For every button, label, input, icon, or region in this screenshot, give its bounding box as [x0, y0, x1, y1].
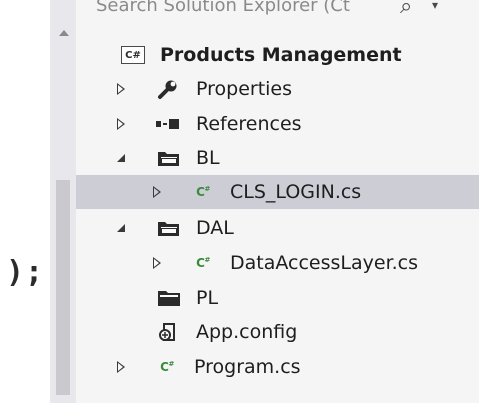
- csharp-file-icon: C#: [160, 360, 174, 374]
- tree-item-label: Program.cs: [194, 356, 301, 378]
- tree-item-cls-login[interactable]: C# CLS_LOGIN.cs: [76, 175, 479, 209]
- vertical-scrollbar[interactable]: [50, 0, 76, 403]
- tree-item-label: Properties: [196, 78, 293, 100]
- tree-item-label: PL: [196, 287, 219, 309]
- tree-item-label: DataAccessLayer.cs: [230, 252, 419, 274]
- scroll-up-arrow-icon[interactable]: [59, 30, 69, 36]
- wrench-icon: [156, 72, 180, 106]
- search-input[interactable]: Search Solution Explorer (Ct ⌕ ▾: [96, 0, 479, 28]
- collapse-arrow-icon[interactable]: [114, 141, 128, 175]
- search-placeholder: Search Solution Explorer (Ct: [96, 0, 350, 16]
- tree-item-folder-dal[interactable]: DAL: [76, 211, 479, 245]
- scroll-thumb[interactable]: [56, 180, 70, 395]
- tree-item-label: References: [196, 113, 302, 135]
- tree-item-folder-pl[interactable]: PL: [76, 281, 479, 315]
- folder-icon: [156, 281, 182, 315]
- folder-open-icon: [156, 141, 182, 175]
- tree-item-folder-bl[interactable]: BL: [76, 141, 479, 175]
- tree-item-references[interactable]: References: [76, 107, 479, 141]
- expand-arrow-icon[interactable]: [114, 350, 128, 384]
- config-file-icon: [156, 315, 182, 349]
- search-dropdown-icon[interactable]: ▾: [432, 0, 438, 12]
- tree-item-label: BL: [196, 147, 220, 169]
- tree-item-data-access-layer[interactable]: C# DataAccessLayer.cs: [76, 246, 479, 280]
- csharp-project-icon: C#: [120, 38, 146, 72]
- tree-item-label: CLS_LOGIN.cs: [230, 181, 362, 203]
- tree-item-label: DAL: [196, 217, 234, 239]
- code-editor[interactable]: );: [0, 0, 50, 403]
- expand-arrow-icon[interactable]: [114, 72, 128, 106]
- collapse-arrow-icon[interactable]: [114, 211, 128, 245]
- folder-open-icon: [156, 211, 182, 245]
- ide-window: ); Search Solution Explorer (Ct ⌕ ▾ C# P…: [0, 0, 479, 403]
- tree-item-label: Products Management: [160, 44, 402, 66]
- references-icon: [154, 107, 182, 141]
- expand-arrow-icon[interactable]: [114, 107, 128, 141]
- expand-arrow-icon[interactable]: [150, 175, 164, 209]
- tree-item-properties[interactable]: Properties: [76, 72, 479, 106]
- solution-explorer: Search Solution Explorer (Ct ⌕ ▾ C# Prod…: [76, 0, 479, 403]
- tree-item-program[interactable]: C# Program.cs: [76, 350, 479, 384]
- search-icon[interactable]: ⌕: [400, 0, 412, 19]
- expand-arrow-icon[interactable]: [150, 246, 164, 280]
- tree-item-project[interactable]: C# Products Management: [76, 38, 479, 72]
- csharp-file-icon: C#: [196, 256, 210, 270]
- tree-item-app-config[interactable]: App.config: [76, 315, 479, 349]
- tree-item-label: App.config: [196, 321, 298, 343]
- csharp-file-icon: C#: [196, 185, 210, 199]
- code-fragment: );: [6, 255, 45, 290]
